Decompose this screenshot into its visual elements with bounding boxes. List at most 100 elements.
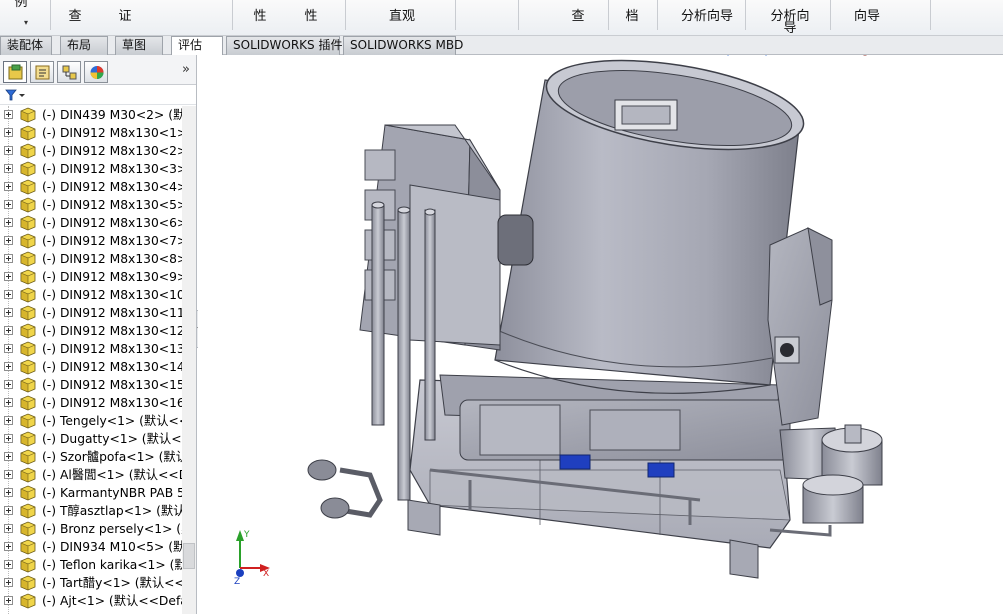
expand-plus-icon[interactable] [4, 146, 13, 155]
view-settings-icon[interactable] [892, 55, 908, 56]
tree-item[interactable]: (-) DIN934 M10<5> (默认 [0, 538, 195, 556]
tree-item[interactable]: (-) Tengely<1> (默认<<De [0, 412, 195, 430]
tab-assembly[interactable]: 装配体 [0, 36, 52, 55]
tree-item[interactable]: (-) DIN912 M8x130<16> [0, 394, 195, 412]
expand-plus-icon[interactable] [4, 254, 13, 263]
expand-plus-icon[interactable] [4, 362, 13, 371]
ribbon-command-2[interactable]: 证 [110, 0, 140, 34]
expand-plus-icon[interactable] [4, 596, 13, 605]
expand-plus-icon[interactable] [4, 416, 13, 425]
expand-plus-icon[interactable] [4, 434, 13, 443]
ribbon-command-3[interactable]: 性 [245, 0, 275, 34]
section-view-icon[interactable] [696, 55, 712, 56]
tree-item[interactable]: (-) Tart醋y<1> (默认<<D [0, 574, 195, 592]
ribbon-dropdown-icon[interactable]: ▾ [24, 18, 28, 27]
expand-plus-icon[interactable] [4, 164, 13, 173]
tree-item[interactable]: (-) Ajt<1> (默认<<Defau [0, 592, 195, 610]
expand-plus-icon[interactable] [4, 128, 13, 137]
tree-item[interactable]: (-) DIN912 M8x130<14> [0, 358, 195, 376]
expand-plus-icon[interactable] [4, 470, 13, 479]
tree-scrollbar[interactable] [182, 106, 196, 614]
expand-plus-icon[interactable] [4, 326, 13, 335]
expand-plus-icon[interactable] [4, 524, 13, 533]
graphics-area[interactable]: Y X Z ▾ ▾ ▾ ▾ ▾ [198, 55, 1003, 614]
tree-item-label: (-) DIN912 M8x130<15> [42, 378, 182, 392]
tab-solidworks-addins[interactable]: SOLIDWORKS 插件 [226, 36, 342, 55]
tab-evaluate[interactable]: 评估 [171, 36, 223, 56]
expand-plus-icon[interactable] [4, 380, 13, 389]
tree-item[interactable]: (-) DIN439 M30<2> (默认< [0, 106, 195, 124]
ribbon-command-0[interactable]: 例 [6, 0, 36, 34]
tree-item[interactable]: (-) DIN912 M8x130<15> [0, 376, 195, 394]
tree-item[interactable]: (-) Szor髗pofa<1> (默认 [0, 448, 195, 466]
ribbon-separator [232, 0, 233, 30]
tree-item[interactable]: (-) DIN912 M8x130<8> [0, 250, 195, 268]
tree-item[interactable]: (-) DIN912 M8x130<12> [0, 322, 195, 340]
ribbon-command-4[interactable]: 性 [296, 0, 326, 34]
property-manager-tab[interactable] [30, 61, 54, 83]
tree-item[interactable]: (-) DIN912 M8x130<2> [0, 142, 195, 160]
tab-layout[interactable]: 布局 [60, 36, 108, 55]
display-style-icon[interactable] [758, 55, 774, 56]
tree-item[interactable]: (-) DIN912 M8x130<6> [0, 214, 195, 232]
expand-plus-icon[interactable] [4, 542, 13, 551]
expand-plus-icon[interactable] [4, 488, 13, 497]
tree-item[interactable]: (-) DIN912 M8x130<7> [0, 232, 195, 250]
ribbon-command-7[interactable]: 档 [617, 0, 647, 34]
ribbon-command-label: 导 [783, 21, 797, 36]
ribbon-command-8[interactable]: 分析向导 [672, 0, 742, 34]
display-manager-tab[interactable] [84, 61, 108, 83]
expand-plus-icon[interactable] [4, 272, 13, 281]
ribbon-command-1[interactable]: 查 [60, 0, 90, 34]
expand-plus-icon[interactable] [4, 452, 13, 461]
hide-show-icon[interactable] [794, 55, 810, 56]
tree-item[interactable]: (-) DIN912 M8x130<5> [0, 196, 195, 214]
expand-plus-icon[interactable] [4, 560, 13, 569]
ribbon-separator [657, 0, 658, 30]
expand-plus-icon[interactable] [4, 218, 13, 227]
expand-plus-icon[interactable] [4, 398, 13, 407]
tree-item[interactable]: (-) Al醫閭<1> (默认<<De [0, 466, 195, 484]
tree-item[interactable]: (-) Teflon karika<1> (默 [0, 556, 195, 574]
tree-item[interactable]: (-) DIN912 M8x130<11> [0, 304, 195, 322]
edit-appearance-icon[interactable] [832, 55, 848, 56]
tab-sketch[interactable]: 草图 [115, 36, 163, 55]
tree-item[interactable]: (-) DIN912 M8x130<13> [0, 340, 195, 358]
panel-expand-chevron-icon[interactable]: » [182, 62, 190, 77]
expand-plus-icon[interactable] [4, 182, 13, 191]
feature-manager-tab[interactable] [3, 61, 27, 83]
expand-plus-icon[interactable] [4, 344, 13, 353]
tab-solidworks-mbd[interactable]: SOLIDWORKS MBD [343, 36, 463, 55]
apply-scene-icon[interactable] [854, 55, 870, 56]
expand-plus-icon[interactable] [4, 290, 13, 299]
tree-item[interactable]: (-) DIN912 M8x130<1> [0, 124, 195, 142]
ribbon-command-5[interactable]: 直观 [382, 0, 422, 34]
tree-item[interactable]: (-) Dugatty<1> (默认<<De [0, 430, 195, 448]
view-orientation-icon[interactable] [720, 55, 736, 56]
expand-plus-icon[interactable] [4, 236, 13, 245]
filter-icon[interactable] [4, 88, 28, 102]
ribbon-command-9[interactable]: 分析向导 [755, 0, 825, 36]
expand-plus-icon[interactable] [4, 308, 13, 317]
tree-item[interactable]: (-) T醇asztlap<1> (默认< [0, 502, 195, 520]
ribbon-command-10[interactable]: 向导 [842, 0, 892, 34]
gear-part-icon [20, 395, 36, 411]
tree-item[interactable]: (-) DIN912 M8x130<9> [0, 268, 195, 286]
tree-item[interactable]: (-) DIN912 M8x130<4> [0, 178, 195, 196]
zoom-area-icon[interactable] [652, 55, 668, 56]
expand-plus-icon[interactable] [4, 506, 13, 515]
previous-view-icon[interactable] [674, 55, 690, 56]
tree-item[interactable]: (-) DIN912 M8x130<3> [0, 160, 195, 178]
tree-item[interactable]: (-) KarmantyNBR PAB 50 [0, 484, 195, 502]
zoom-to-fit-icon[interactable] [632, 55, 648, 56]
tab-label: 草图 [122, 38, 147, 52]
tree-scrollbar-thumb[interactable] [183, 543, 195, 569]
tree-item[interactable]: (-) Bronz persely<1> (默 [0, 520, 195, 538]
tree-item[interactable]: (-) DIN912 M8x130<10> [0, 286, 195, 304]
ribbon-command-6[interactable]: 查 [563, 0, 593, 34]
expand-plus-icon[interactable] [4, 578, 13, 587]
expand-plus-icon[interactable] [4, 200, 13, 209]
tree-item-label: (-) Tengely<1> (默认<<De [42, 414, 182, 428]
configuration-manager-tab[interactable] [57, 61, 81, 83]
expand-plus-icon[interactable] [4, 110, 13, 119]
